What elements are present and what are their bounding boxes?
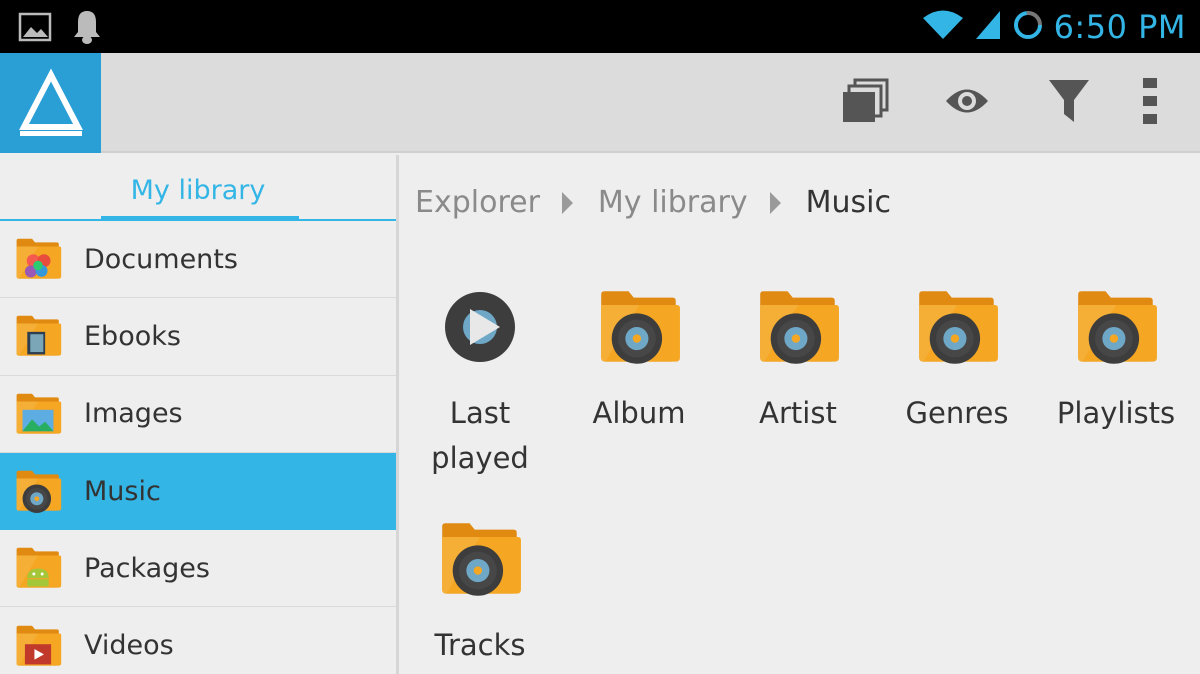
windows-button[interactable] (814, 53, 916, 153)
more-options-button[interactable] (1120, 53, 1180, 153)
tab-my-library[interactable]: My library (0, 155, 396, 221)
play-circle-icon (445, 292, 515, 362)
grid-item-label: Album (592, 396, 686, 430)
sidebar-item-label: Documents (84, 243, 238, 275)
grid-item-playlists[interactable]: Playlists (1041, 285, 1191, 436)
music-folder-icon (1078, 291, 1157, 364)
gallery-icon (18, 10, 52, 49)
grid-item-label: Playlists (1056, 396, 1176, 430)
sidebar-item-music[interactable]: Music (0, 452, 396, 531)
sidebar-item-ebooks[interactable]: Ebooks (0, 298, 396, 376)
sidebar-item-images[interactable]: Images (0, 376, 396, 453)
packages-folder-icon (14, 546, 62, 590)
sidebar-item-packages[interactable]: Packages (0, 530, 396, 608)
view-button[interactable] (916, 53, 1018, 153)
documents-folder-icon (14, 237, 62, 281)
sidebar-item-label: Ebooks (84, 320, 181, 352)
chevron-right-icon (561, 191, 573, 214)
grid-item-last-played[interactable]: Last played (405, 285, 555, 481)
sidebar-item-videos[interactable]: Videos (0, 607, 396, 674)
tab-indicator (101, 216, 299, 221)
grid-item-album[interactable]: Album (564, 285, 714, 436)
clock-time: 6:50 PM (1053, 8, 1186, 46)
wifi-icon (922, 9, 964, 46)
music-folder-icon (442, 523, 521, 596)
breadcrumb-music[interactable]: Music (806, 185, 891, 220)
signal-icon (974, 9, 1002, 46)
grid-item-label: Tracks (434, 628, 526, 662)
sidebar-item-label: Music (84, 475, 161, 507)
filter-funnel-icon (1047, 78, 1091, 129)
sidebar-item-documents[interactable]: Documents (0, 221, 396, 299)
music-folder-icon (601, 291, 680, 364)
grid-item-label: Genres (905, 396, 1009, 430)
chevron-right-icon (769, 191, 781, 214)
overflow-menu-icon (1142, 77, 1158, 129)
sidebar-item-label: Images (84, 398, 183, 430)
eye-icon (944, 86, 990, 121)
breadcrumb-explorer[interactable]: Explorer (415, 185, 540, 220)
images-folder-icon (14, 392, 62, 436)
breadcrumb-my-library[interactable]: My library (598, 185, 748, 220)
grid-item-label: Artist (759, 396, 837, 430)
notification-bell-icon (70, 8, 104, 51)
sync-circle-icon (1012, 9, 1044, 46)
action-bar (0, 53, 1200, 153)
filter-button[interactable] (1018, 53, 1120, 153)
music-folder-icon (760, 291, 839, 364)
music-folder-icon (919, 291, 998, 364)
sidebar-item-label: Videos (84, 630, 174, 662)
grid-item-tracks[interactable]: Tracks (405, 517, 555, 668)
stacked-windows-icon (841, 78, 889, 129)
status-bar: 6:50 PM (0, 0, 1200, 53)
grid-item-genres[interactable]: Genres (882, 285, 1032, 436)
tab-label: My library (130, 175, 266, 206)
videos-folder-icon (14, 624, 62, 668)
grid-item-artist[interactable]: Artist (723, 285, 873, 436)
grid-item-label: Last played (431, 396, 529, 475)
library-sidebar: My library Documents Ebooks Images Music… (0, 155, 399, 674)
ebooks-folder-icon (14, 314, 62, 358)
breadcrumb: Explorer My library Music (415, 185, 891, 220)
music-folder-icon (14, 469, 62, 514)
content-area: Explorer My library Music Last played Al… (402, 155, 1200, 674)
app-triangle-logo-icon[interactable] (0, 53, 101, 153)
sidebar-item-label: Packages (84, 552, 210, 584)
